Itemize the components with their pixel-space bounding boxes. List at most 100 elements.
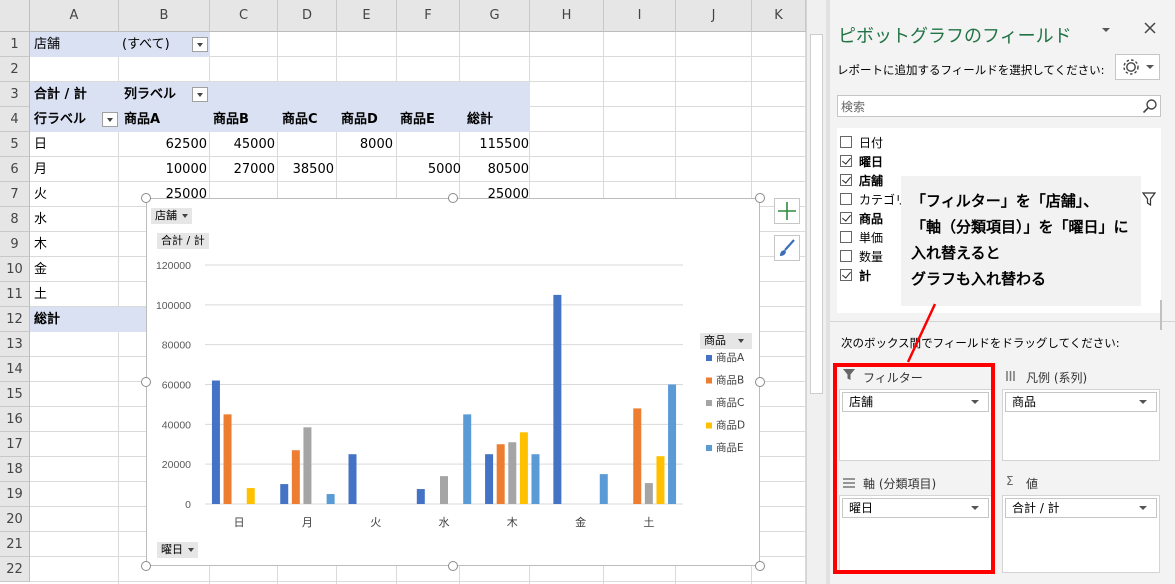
resize-handle[interactable] <box>755 377 765 387</box>
row-header[interactable]: 17 <box>0 432 30 457</box>
field-label[interactable]: 単価 <box>859 229 883 246</box>
row-header[interactable]: 13 <box>0 332 30 357</box>
row-header[interactable]: 4 <box>0 107 30 132</box>
resize-handle[interactable] <box>755 193 765 203</box>
row-header[interactable]: 16 <box>0 407 30 432</box>
resize-handle[interactable] <box>141 561 151 571</box>
row-header[interactable]: 19 <box>0 482 30 507</box>
row-header[interactable]: 8 <box>0 207 30 232</box>
legend-area[interactable]: 商品 <box>1002 389 1160 461</box>
bar <box>644 483 653 504</box>
pivot-value-cell: 80500 <box>487 162 529 177</box>
field-checkbox[interactable] <box>840 231 852 243</box>
column-header[interactable]: J <box>676 0 752 32</box>
row-labels-dropdown-button[interactable] <box>102 112 118 127</box>
brush-icon <box>780 239 795 256</box>
row-header[interactable]: 15 <box>0 382 30 407</box>
filter-dropdown-button[interactable] <box>192 37 208 52</box>
column-labels-dropdown-button[interactable] <box>192 87 208 102</box>
bar <box>416 489 425 504</box>
column-header[interactable]: D <box>278 0 337 32</box>
pivot-column-header: 商品A <box>124 112 161 127</box>
field-search-input[interactable]: 検索 <box>837 95 1161 117</box>
column-header[interactable]: A <box>30 0 119 32</box>
bar <box>280 484 289 504</box>
x-tick-label: 火 <box>370 516 381 529</box>
row-header[interactable]: 21 <box>0 532 30 557</box>
row-header[interactable]: 14 <box>0 357 30 382</box>
resize-handle[interactable] <box>141 377 151 387</box>
pivot-column-header: 商品E <box>400 112 435 127</box>
column-header[interactable]: E <box>337 0 397 32</box>
vertical-scrollbar[interactable] <box>806 0 826 584</box>
field-checkbox[interactable] <box>840 174 852 186</box>
bar <box>246 488 255 504</box>
resize-handle[interactable] <box>755 561 765 571</box>
sigma-icon: Σ <box>1006 474 1014 488</box>
field-label[interactable]: 曜日 <box>859 153 883 170</box>
row-header[interactable]: 6 <box>0 157 30 182</box>
column-header[interactable]: H <box>530 0 604 32</box>
pivot-filter-label: 店舗 <box>34 37 61 52</box>
row-header[interactable]: 7 <box>0 182 30 207</box>
field-checkbox[interactable] <box>840 136 852 148</box>
y-tick-label: 0 <box>185 499 191 511</box>
resize-handle[interactable] <box>448 193 458 203</box>
row-header[interactable]: 5 <box>0 132 30 157</box>
column-header[interactable]: K <box>752 0 806 32</box>
pivot-chart[interactable]: 店舗 合計 / 計 曜日 商品 0 20000 40000 60000 80000 100… <box>146 198 760 566</box>
row-header[interactable]: 2 <box>0 57 30 82</box>
column-header[interactable]: G <box>460 0 530 32</box>
scrollbar-thumb[interactable] <box>810 34 823 394</box>
field-label[interactable]: 商品 <box>859 210 883 227</box>
field-label[interactable]: 計 <box>859 267 871 284</box>
pivot-row-label: 月 <box>34 162 48 177</box>
row-header[interactable]: 9 <box>0 232 30 257</box>
column-header[interactable]: B <box>119 0 210 32</box>
pivot-row-label: 土 <box>34 287 48 302</box>
bar <box>223 414 232 504</box>
field-label[interactable]: カテゴリ <box>859 191 907 208</box>
select-all-corner[interactable] <box>0 0 30 32</box>
pivot-value-cell: 45000 <box>233 137 275 152</box>
bar <box>485 454 494 504</box>
field-checkbox[interactable] <box>840 155 852 167</box>
field-label[interactable]: 店舗 <box>859 172 883 189</box>
row-header[interactable]: 10 <box>0 257 30 282</box>
chevron-down-icon[interactable] <box>1100 24 1112 40</box>
values-area[interactable]: 合計 / 計 <box>1002 495 1160 573</box>
field-checkbox[interactable] <box>840 212 852 224</box>
chart-elements-button[interactable] <box>774 198 800 224</box>
field-checkbox[interactable] <box>840 269 852 281</box>
field-checkbox[interactable] <box>840 250 852 262</box>
column-header[interactable]: F <box>397 0 460 32</box>
resize-handle[interactable] <box>448 561 458 571</box>
values-area-field[interactable]: 合計 / 計 <box>1005 498 1157 518</box>
legend-swatch <box>706 377 712 384</box>
pivot-row-label: 日 <box>34 137 48 152</box>
row-header[interactable]: 1 <box>0 32 30 57</box>
close-icon[interactable] <box>1142 20 1158 40</box>
row-header[interactable]: 11 <box>0 282 30 307</box>
column-header[interactable]: C <box>210 0 278 32</box>
field-label[interactable]: 日付 <box>859 134 883 151</box>
legend-area-field[interactable]: 商品 <box>1005 392 1157 412</box>
legend-area-title: 凡例 (系列) <box>1026 371 1088 385</box>
row-header[interactable]: 12 <box>0 307 30 332</box>
tools-button[interactable] <box>1115 54 1160 80</box>
row-header[interactable]: 3 <box>0 82 30 107</box>
pivot-row-label: 金 <box>34 262 48 277</box>
legend-swatch <box>706 355 712 361</box>
column-header[interactable]: I <box>604 0 676 32</box>
chart-styles-button[interactable] <box>774 235 800 261</box>
field-label[interactable]: 数量 <box>859 248 883 265</box>
field-checkbox[interactable] <box>840 193 852 205</box>
row-header[interactable]: 22 <box>0 557 30 582</box>
row-header[interactable]: 18 <box>0 457 30 482</box>
resize-handle[interactable] <box>141 193 151 203</box>
row-header[interactable]: 20 <box>0 507 30 532</box>
x-tick-label: 金 <box>575 515 586 529</box>
bar <box>303 427 312 504</box>
annotation-callout: 「フィルター」を「店舗」、 「軸（分類項目）」を「曜日」に 入れ替えると グラフ… <box>901 176 1141 306</box>
pivot-row-labels: 行ラベル <box>34 112 87 127</box>
